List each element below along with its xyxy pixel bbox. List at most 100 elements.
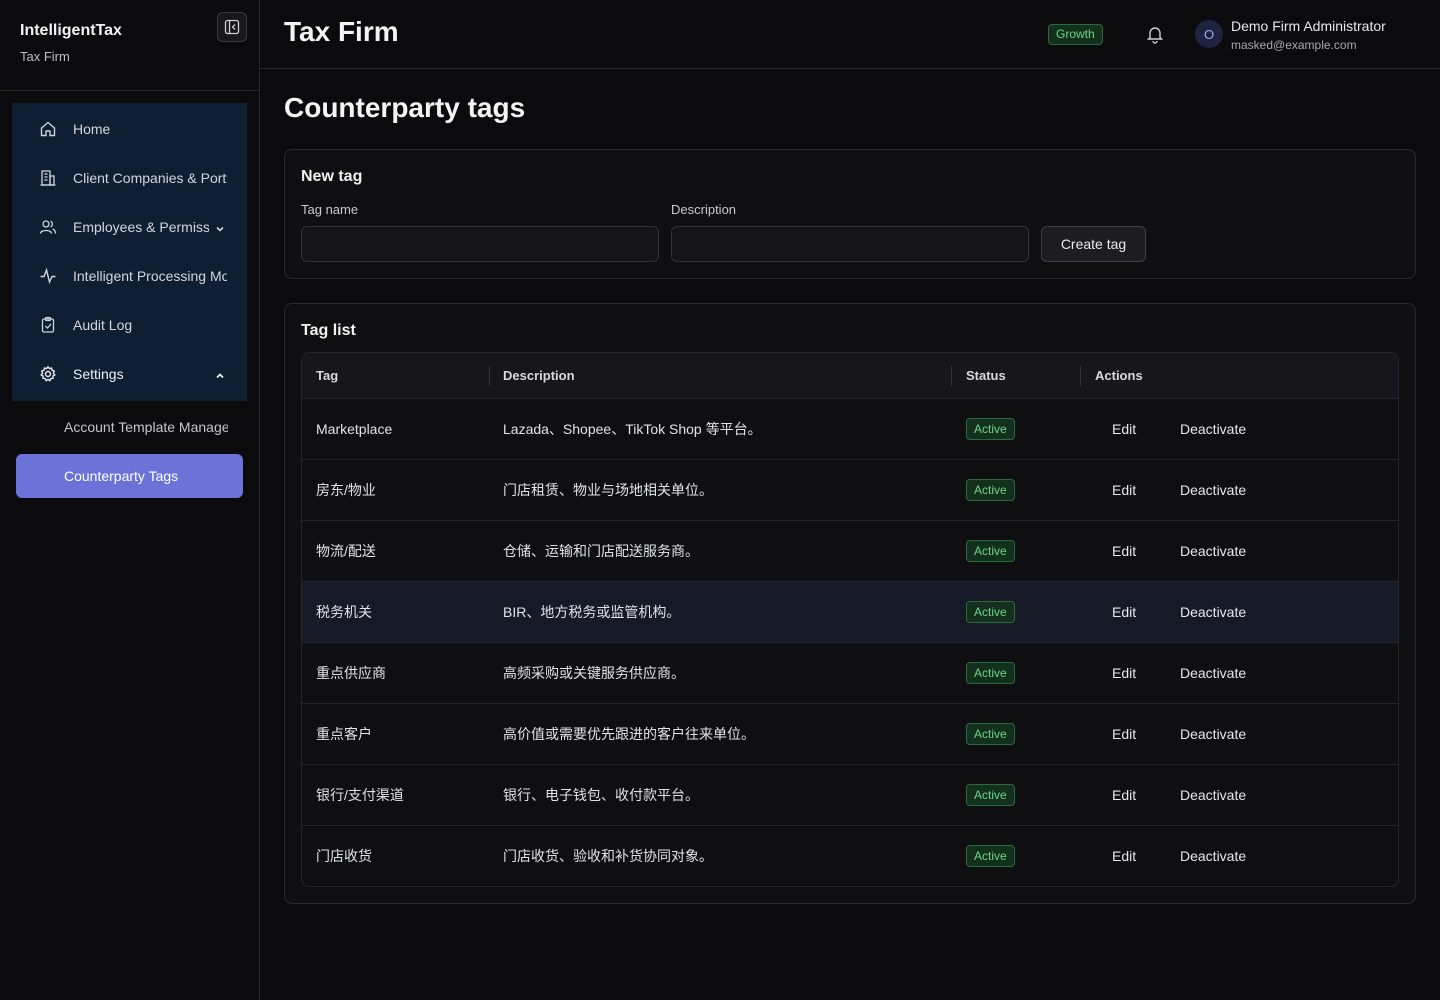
tag-name-cell: 房东/物业	[316, 482, 376, 498]
description-label: Description	[671, 202, 737, 217]
edit-button[interactable]: Edit	[1112, 460, 1136, 520]
nav-panel: Home Client Companies & Portfolios Emplo…	[12, 103, 247, 401]
tag-name-cell: 门店收货	[316, 848, 372, 864]
tag-description-cell: 高价值或需要优先跟进的客户往来单位。	[503, 726, 755, 742]
deactivate-button[interactable]: Deactivate	[1180, 399, 1246, 459]
edit-button[interactable]: Edit	[1112, 765, 1136, 825]
sidebar-subitem-account-template[interactable]: Account Template Management	[16, 405, 243, 449]
sidebar-collapse-button[interactable]	[217, 12, 247, 42]
new-tag-card: New tag Tag name Description Create tag	[284, 149, 1416, 279]
column-header-tag: Tag	[316, 368, 339, 383]
tag-name-input[interactable]	[301, 226, 659, 262]
sidebar-subitem-label: Counterparty Tags	[64, 468, 179, 484]
edit-button[interactable]: Edit	[1112, 704, 1136, 764]
page-title: Counterparty tags	[284, 92, 526, 123]
sidebar-subitem-counterparty-tags[interactable]: Counterparty Tags	[16, 454, 243, 498]
table-row: 门店收货 门店收货、验收和补货协同对象。 Active Edit Deactivate	[302, 826, 1398, 886]
gear-icon	[39, 365, 57, 383]
deactivate-button[interactable]: Deactivate	[1180, 765, 1246, 825]
home-icon	[39, 120, 57, 138]
status-badge: Active	[966, 418, 1015, 440]
column-separator	[1080, 366, 1081, 386]
brand-name: IntelligentTax	[20, 22, 122, 39]
deactivate-button[interactable]: Deactivate	[1180, 643, 1246, 703]
edit-button[interactable]: Edit	[1112, 826, 1136, 886]
status-badge: Active	[966, 479, 1015, 501]
sidebar-item-audit-log[interactable]: Audit Log	[12, 303, 247, 347]
status-badge: Active	[966, 845, 1015, 867]
sidebar-item-label: Home	[73, 121, 111, 137]
users-icon	[39, 218, 57, 236]
sidebar-item-home[interactable]: Home	[12, 107, 247, 151]
sidebar-subitem-label: Account Template Management	[64, 419, 228, 435]
table-row: 重点供应商 高频采购或关键服务供应商。 Active Edit Deactivate	[302, 643, 1398, 704]
table-row: 银行/支付渠道 银行、电子钱包、收付款平台。 Active Edit Deactivat…	[302, 765, 1398, 826]
status-badge: Active	[966, 723, 1015, 745]
clipboard-icon	[39, 316, 57, 334]
tag-description-cell: 门店收货、验收和补货协同对象。	[503, 848, 713, 864]
table-row: 税务机关 BIR、地方税务或监管机构。 Active Edit Deactivate	[302, 582, 1398, 643]
sidebar-item-label: Intelligent Processing Monitor	[73, 268, 227, 284]
edit-button[interactable]: Edit	[1112, 582, 1136, 642]
edit-button[interactable]: Edit	[1112, 399, 1136, 459]
table-row: 房东/物业 门店租赁、物业与场地相关单位。 Active Edit Deactivate	[302, 460, 1398, 521]
top-bar: Tax Firm Growth O Demo Firm Administrato…	[260, 0, 1440, 69]
user-name: Demo Firm Administrator	[1231, 18, 1386, 34]
status-badge: Active	[966, 601, 1015, 623]
brand-firm: Tax Firm	[20, 49, 70, 64]
panel-left-icon	[224, 19, 240, 35]
tag-name-cell: 重点客户	[316, 726, 372, 742]
avatar[interactable]: O	[1195, 20, 1223, 48]
tag-name-label: Tag name	[301, 202, 359, 217]
tag-name-cell: 税务机关	[316, 604, 372, 620]
tag-name-cell: 重点供应商	[316, 665, 386, 681]
deactivate-button[interactable]: Deactivate	[1180, 704, 1246, 764]
sidebar-item-settings[interactable]: Settings	[12, 352, 247, 396]
header-title: Tax Firm	[284, 16, 399, 47]
notifications-bell-icon[interactable]	[1145, 24, 1165, 44]
table-row: 物流/配送 仓储、运输和门店配送服务商。 Active Edit Deactivate	[302, 521, 1398, 582]
building-icon	[39, 169, 57, 187]
chevron-down-icon	[215, 221, 225, 239]
tag-table: Tag Description Status Actions Marketpla…	[301, 352, 1399, 887]
tag-list-card: Tag list Tag Description Status Actions …	[284, 303, 1416, 904]
column-header-description: Description	[503, 368, 575, 383]
sidebar-item-employees[interactable]: Employees & Permissions	[12, 205, 247, 249]
table-row: 重点客户 高价值或需要优先跟进的客户往来单位。 Active Edit Deactiva…	[302, 704, 1398, 765]
deactivate-button[interactable]: Deactivate	[1180, 582, 1246, 642]
tag-description-cell: 高频采购或关键服务供应商。	[503, 665, 685, 681]
user-email: masked@example.com	[1231, 38, 1357, 52]
tag-name-cell: 物流/配送	[316, 543, 376, 559]
sidebar-item-label: Client Companies & Portfolios	[73, 170, 227, 186]
brand: IntelligentTax Tax Firm	[20, 22, 122, 64]
edit-button[interactable]: Edit	[1112, 643, 1136, 703]
column-header-status: Status	[966, 368, 1006, 383]
deactivate-button[interactable]: Deactivate	[1180, 826, 1246, 886]
deactivate-button[interactable]: Deactivate	[1180, 460, 1246, 520]
column-header-actions: Actions	[1095, 368, 1143, 383]
create-tag-button[interactable]: Create tag	[1041, 226, 1146, 262]
new-tag-title: New tag	[301, 168, 363, 185]
sidebar-item-intelligent-processing[interactable]: Intelligent Processing Monitor	[12, 254, 247, 298]
sidebar-item-label: Settings	[73, 366, 124, 382]
sidebar: IntelligentTax Tax Firm Home Client Comp…	[0, 0, 260, 1000]
table-header: Tag Description Status Actions	[302, 353, 1398, 399]
tag-description-cell: 门店租赁、物业与场地相关单位。	[503, 482, 713, 498]
sidebar-item-label: Audit Log	[73, 317, 133, 333]
deactivate-button[interactable]: Deactivate	[1180, 521, 1246, 581]
table-row: Marketplace Lazada、Shopee、TikTok Shop 等平台…	[302, 399, 1398, 460]
description-input[interactable]	[671, 226, 1029, 262]
status-badge: Active	[966, 784, 1015, 806]
tag-list-title: Tag list	[301, 322, 356, 339]
status-badge: Active	[966, 662, 1015, 684]
sidebar-item-client-companies[interactable]: Client Companies & Portfolios	[12, 156, 247, 200]
sidebar-item-label: Employees & Permissions	[73, 219, 209, 235]
tag-name-cell: Marketplace	[316, 421, 393, 437]
tag-description-cell: BIR、地方税务或监管机构。	[503, 604, 681, 620]
tag-description-cell: Lazada、Shopee、TikTok Shop 等平台。	[503, 421, 762, 437]
column-separator	[489, 366, 490, 386]
tag-description-cell: 银行、电子钱包、收付款平台。	[503, 787, 699, 803]
column-separator	[951, 366, 952, 386]
status-badge: Active	[966, 540, 1015, 562]
edit-button[interactable]: Edit	[1112, 521, 1136, 581]
